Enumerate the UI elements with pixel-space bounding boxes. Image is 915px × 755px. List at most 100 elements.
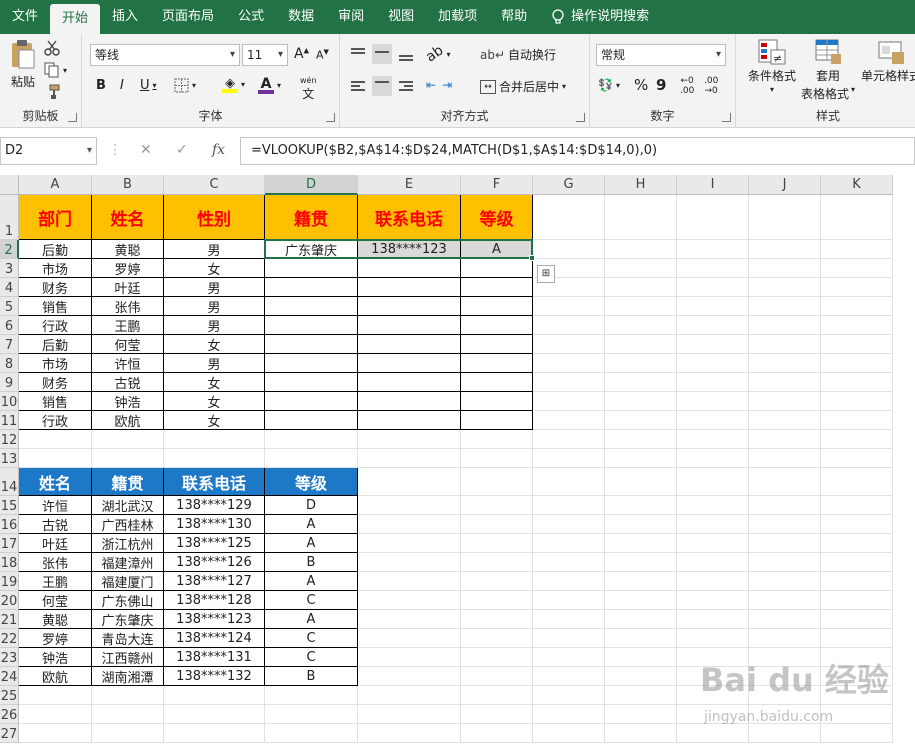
cell[interactable]: [821, 240, 893, 259]
table1-cell[interactable]: 男: [164, 354, 265, 373]
cut-button[interactable]: [44, 40, 60, 56]
font-color-button[interactable]: A ▾: [258, 76, 281, 94]
cell[interactable]: [358, 667, 461, 686]
cell[interactable]: [19, 449, 92, 468]
cell[interactable]: [821, 259, 893, 278]
table2-cell[interactable]: 张伟: [19, 553, 92, 572]
cell[interactable]: [677, 515, 749, 534]
align-left-icon[interactable]: [348, 76, 368, 96]
quick-analysis-icon[interactable]: ⊞: [537, 265, 555, 283]
table1-cell[interactable]: [358, 354, 461, 373]
cell[interactable]: [605, 553, 677, 572]
tab-8[interactable]: 加载项: [426, 0, 489, 34]
cell[interactable]: [92, 449, 164, 468]
tab-1[interactable]: 开始: [50, 4, 101, 34]
cell[interactable]: [533, 411, 605, 430]
cell[interactable]: [605, 430, 677, 449]
table2-cell[interactable]: 福建厦门: [92, 572, 164, 591]
cell[interactable]: [461, 496, 533, 515]
cell[interactable]: [164, 449, 265, 468]
cell[interactable]: [677, 411, 749, 430]
cell[interactable]: [749, 259, 821, 278]
table1-cell[interactable]: 男: [164, 297, 265, 316]
table2-cell[interactable]: 138****131: [164, 648, 265, 667]
cell[interactable]: [461, 610, 533, 629]
table2-cell[interactable]: 叶廷: [19, 534, 92, 553]
table2-cell[interactable]: 广东肇庆: [92, 610, 164, 629]
table2-cell[interactable]: 黄聪: [19, 610, 92, 629]
table1-cell[interactable]: [461, 373, 533, 392]
table1-cell[interactable]: [265, 354, 358, 373]
cell[interactable]: [358, 496, 461, 515]
select-all-corner[interactable]: [0, 175, 19, 195]
column-header-H[interactable]: H: [605, 175, 677, 195]
row-header-3[interactable]: 3: [0, 259, 19, 278]
table1-cell[interactable]: [358, 278, 461, 297]
name-box[interactable]: D2 ▾: [0, 137, 97, 165]
table1-cell[interactable]: 张伟: [92, 297, 164, 316]
cell[interactable]: [677, 449, 749, 468]
dialog-launcher-icon[interactable]: [722, 113, 731, 122]
table2-cell[interactable]: 湖南湘潭: [92, 667, 164, 686]
table2-cell[interactable]: 湖北武汉: [92, 496, 164, 515]
table1-cell[interactable]: 销售: [19, 392, 92, 411]
row-header-15[interactable]: 15: [0, 496, 19, 515]
dialog-launcher-icon[interactable]: [68, 113, 77, 122]
row-header-12[interactable]: 12: [0, 430, 19, 449]
table2-cell[interactable]: 138****123: [164, 610, 265, 629]
table1-cell[interactable]: A: [461, 240, 533, 259]
table1-cell[interactable]: [461, 354, 533, 373]
cell-styles-button[interactable]: 单元格样式: [858, 38, 915, 84]
phonetic-button[interactable]: wén 文: [300, 76, 317, 102]
cell[interactable]: [605, 515, 677, 534]
cell[interactable]: [821, 496, 893, 515]
cell[interactable]: [605, 240, 677, 259]
cell[interactable]: [821, 449, 893, 468]
cell[interactable]: [19, 430, 92, 449]
row-header-5[interactable]: 5: [0, 297, 19, 316]
table2-header-cell[interactable]: 籍贯: [92, 468, 164, 496]
cell[interactable]: [677, 572, 749, 591]
cell[interactable]: [821, 411, 893, 430]
cell[interactable]: [605, 354, 677, 373]
cell[interactable]: [533, 629, 605, 648]
cell[interactable]: [461, 591, 533, 610]
accounting-format-button[interactable]: 💱 ▾: [598, 78, 620, 92]
decrease-font-button[interactable]: A▼: [316, 48, 329, 62]
cell[interactable]: [533, 240, 605, 259]
cell[interactable]: [749, 240, 821, 259]
table2-cell[interactable]: 138****130: [164, 515, 265, 534]
table1-cell[interactable]: 罗婷: [92, 259, 164, 278]
table2-cell[interactable]: C: [265, 629, 358, 648]
table1-cell[interactable]: [265, 316, 358, 335]
cell[interactable]: [92, 430, 164, 449]
row-header-19[interactable]: 19: [0, 572, 19, 591]
cell[interactable]: [749, 534, 821, 553]
cell[interactable]: [358, 724, 461, 743]
table1-cell[interactable]: 黄聪: [92, 240, 164, 259]
conditional-format-button[interactable]: ≠ 条件格式 ▾: [742, 38, 802, 94]
merge-center-button[interactable]: ↔ 合并后居中 ▾: [480, 78, 566, 95]
insert-function-icon[interactable]: fx: [212, 142, 225, 158]
cell[interactable]: [749, 496, 821, 515]
tab-0[interactable]: 文件: [0, 0, 50, 34]
cell[interactable]: [461, 705, 533, 724]
number-format-select[interactable]: 常规 ▾: [596, 44, 726, 66]
table1-header-cell[interactable]: 姓名: [92, 195, 164, 240]
cell[interactable]: [677, 392, 749, 411]
cell[interactable]: [461, 572, 533, 591]
table2-cell[interactable]: 江西赣州: [92, 648, 164, 667]
tab-3[interactable]: 页面布局: [150, 0, 226, 34]
cell[interactable]: [461, 468, 533, 496]
cell[interactable]: [19, 724, 92, 743]
cell[interactable]: [749, 553, 821, 572]
cell[interactable]: [164, 705, 265, 724]
table2-cell[interactable]: 欧航: [19, 667, 92, 686]
table1-cell[interactable]: [265, 335, 358, 354]
table2-cell[interactable]: A: [265, 515, 358, 534]
cell[interactable]: [677, 496, 749, 515]
cell[interactable]: [821, 515, 893, 534]
row-header-11[interactable]: 11: [0, 411, 19, 430]
table2-cell[interactable]: 罗婷: [19, 629, 92, 648]
cell[interactable]: [677, 316, 749, 335]
